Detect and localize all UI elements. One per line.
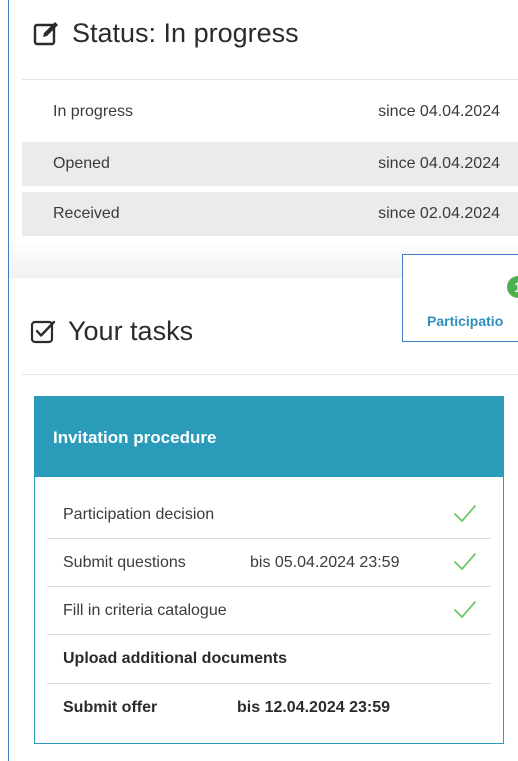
status-row-label: In progress: [53, 103, 134, 120]
task-upload-documents[interactable]: Upload additional documents: [47, 635, 491, 683]
status-row-date: since 02.04.2024: [378, 205, 500, 222]
task-deadline: bis 12.04.2024 23:59: [237, 699, 391, 716]
status-row-received: Received since 02.04.2024: [22, 192, 518, 236]
tab-count-badge: 1: [507, 276, 518, 298]
status-row-opened: Opened since 04.04.2024: [22, 142, 518, 186]
edit-icon: [33, 21, 58, 45]
task-card-title: Invitation procedure: [53, 428, 217, 447]
checkbox-checked-icon: [30, 320, 56, 343]
task-card: Invitation procedure Participation decis…: [34, 396, 504, 744]
task-submit-questions[interactable]: Submit questions bis 05.04.2024 23:59: [47, 539, 491, 587]
divider: [22, 374, 518, 375]
tab-label: Participatio: [427, 313, 504, 329]
status-row-date: since 04.04.2024: [378, 155, 500, 172]
status-row-in-progress: In progress since 04.04.2024: [22, 90, 518, 134]
task-submit-offer[interactable]: Submit offer bis 12.04.2024 23:59: [47, 684, 491, 732]
task-deadline: bis 05.04.2024 23:59: [250, 554, 400, 571]
task-participation-decision[interactable]: Participation decision: [47, 491, 491, 539]
check-icon: [454, 553, 476, 570]
task-label: Participation decision: [63, 506, 215, 523]
status-heading: Status: In progress: [32, 18, 299, 49]
divider: [22, 79, 518, 80]
status-row-date: since 04.04.2024: [378, 103, 500, 120]
task-label: Fill in criteria catalogue: [63, 602, 227, 619]
check-icon: [454, 505, 476, 522]
task-label: Upload additional documents: [63, 650, 288, 667]
tasks-title: Your tasks: [68, 316, 194, 346]
check-icon: [454, 601, 476, 618]
task-fill-criteria-catalogue[interactable]: Fill in criteria catalogue: [47, 587, 491, 635]
tasks-heading: Your tasks: [30, 316, 193, 347]
tab-participation[interactable]: 1 Participatio: [402, 254, 518, 342]
task-label: Submit questions: [63, 554, 186, 571]
status-row-label: Opened: [53, 155, 110, 172]
status-row-label: Received: [53, 205, 120, 222]
page: Status: In progress In progress since 04…: [0, 0, 518, 761]
task-card-header: Invitation procedure: [35, 397, 503, 477]
panel-left-border: [8, 0, 9, 761]
task-label: Submit offer: [63, 699, 158, 716]
status-title: Status: In progress: [72, 18, 299, 48]
